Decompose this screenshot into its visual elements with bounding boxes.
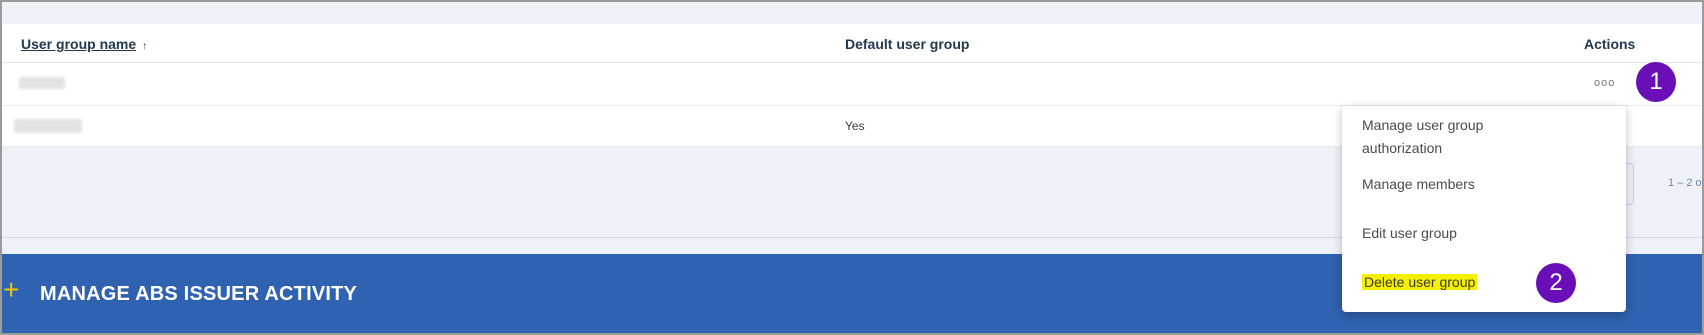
column-header-user-group-name[interactable]: User group name ↑ (21, 36, 147, 52)
column-header-default-user-group: Default user group (845, 36, 970, 52)
step-callout-badge: 1 (1636, 62, 1676, 102)
column-header-name-label: User group name (21, 36, 137, 52)
screenshot-frame: User group name ↑ Default user group Acti… (2, 2, 1702, 333)
plus-icon[interactable]: + (3, 276, 19, 304)
top-strip (2, 2, 1702, 24)
more-actions-icon[interactable]: ooo (1594, 77, 1615, 89)
redacted-user-group-name (19, 77, 65, 89)
pagination-range: 1 – 2 o (1668, 177, 1702, 189)
menu-item-manage-members[interactable]: Manage members (1362, 173, 1475, 196)
actions-dropdown-menu: Manage user group authorization Manage m… (1342, 106, 1626, 312)
menu-item-delete-label: Delete user group (1362, 274, 1478, 290)
step-callout-badge: 2 (1536, 263, 1576, 303)
table-header-row: User group name ↑ Default user group Acti… (2, 24, 1702, 63)
default-user-group-cell: Yes (845, 119, 865, 133)
menu-item-manage-user-group-authorization[interactable]: Manage user group authorization (1362, 114, 1542, 160)
redacted-user-group-name (14, 119, 82, 133)
menu-item-delete-user-group[interactable]: Delete user group (1362, 271, 1478, 294)
column-header-actions: Actions (1584, 36, 1636, 52)
sort-ascending-icon[interactable]: ↑ (142, 41, 147, 52)
table-row: ooo (2, 63, 1702, 106)
menu-item-edit-user-group[interactable]: Edit user group (1362, 222, 1457, 245)
section-title: MANAGE ABS ISSUER ACTIVITY (40, 283, 358, 305)
